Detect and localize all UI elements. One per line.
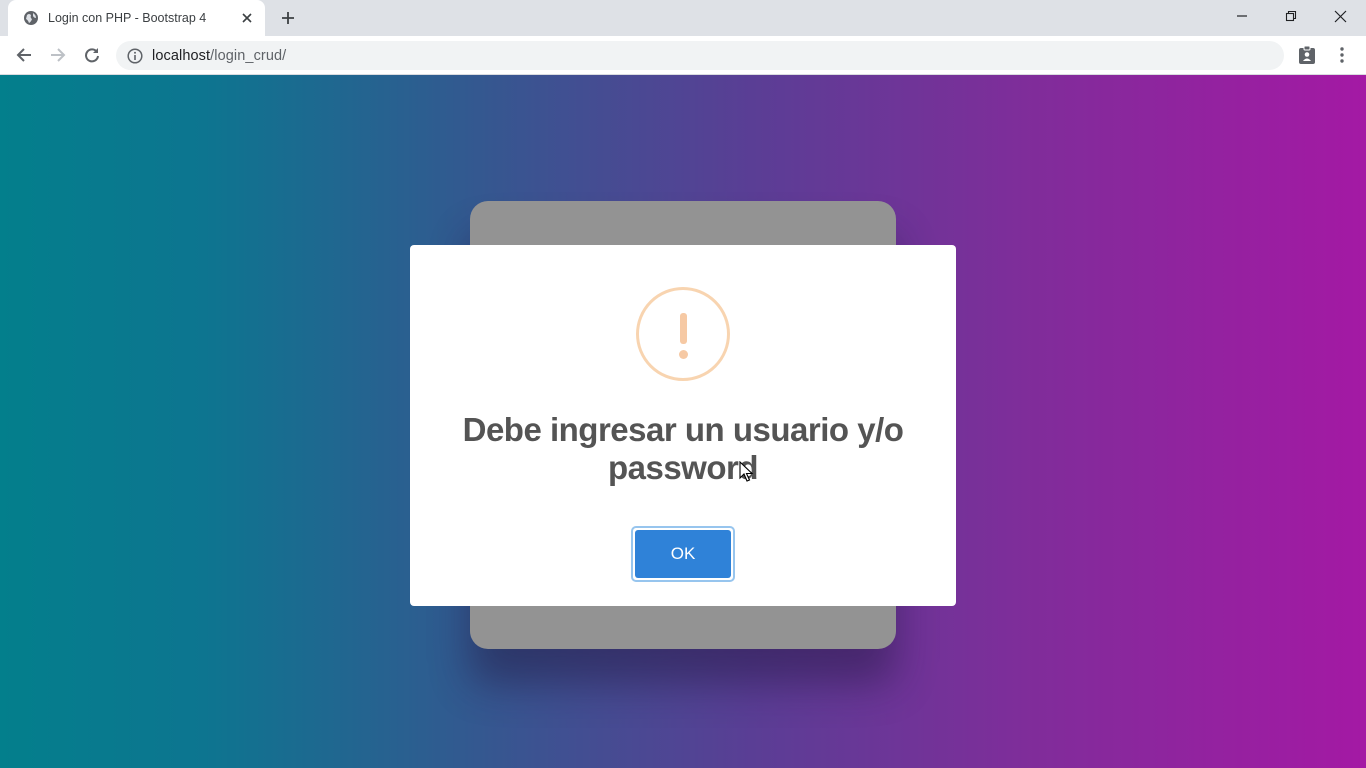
mouse-cursor-icon <box>739 461 754 482</box>
close-window-icon[interactable] <box>1317 0 1363 32</box>
tab-title: Login con PHP - Bootstrap 4 <box>48 11 207 25</box>
warning-icon-bar <box>680 313 687 344</box>
forward-arrow-icon[interactable] <box>45 42 71 68</box>
tab-strip: Login con PHP - Bootstrap 4 <box>0 0 1366 36</box>
globe-icon <box>23 10 39 26</box>
ok-button-label[interactable]: OK <box>635 530 731 578</box>
clipboard-badge-icon[interactable] <box>1296 44 1318 66</box>
browser-toolbar: localhost/login_crud/ <box>0 36 1366 75</box>
browser-tab[interactable]: Login con PHP - Bootstrap 4 <box>8 0 265 36</box>
address-bar[interactable]: localhost/login_crud/ <box>116 41 1284 70</box>
url-text: localhost/login_crud/ <box>152 48 286 64</box>
alert-dialog: Debe ingresar un usuario y/o password OK <box>410 245 956 606</box>
plus-icon[interactable] <box>278 8 298 28</box>
minimize-icon[interactable] <box>1219 0 1265 32</box>
url-path: /login_crud/ <box>210 47 287 64</box>
back-arrow-icon[interactable] <box>11 42 37 68</box>
restore-icon[interactable] <box>1268 0 1314 32</box>
ok-button[interactable]: OK <box>631 526 735 582</box>
kebab-menu-icon[interactable] <box>1332 44 1352 66</box>
warning-icon <box>636 287 730 381</box>
alert-title: Debe ingresar un usuario y/o password <box>462 411 904 486</box>
close-icon[interactable] <box>238 9 256 27</box>
info-icon[interactable] <box>126 47 144 65</box>
url-host: localhost <box>152 47 211 64</box>
reload-icon[interactable] <box>79 42 105 68</box>
page-viewport: Debe ingresar un usuario y/o password OK <box>0 75 1366 768</box>
warning-icon-dot <box>679 350 688 359</box>
